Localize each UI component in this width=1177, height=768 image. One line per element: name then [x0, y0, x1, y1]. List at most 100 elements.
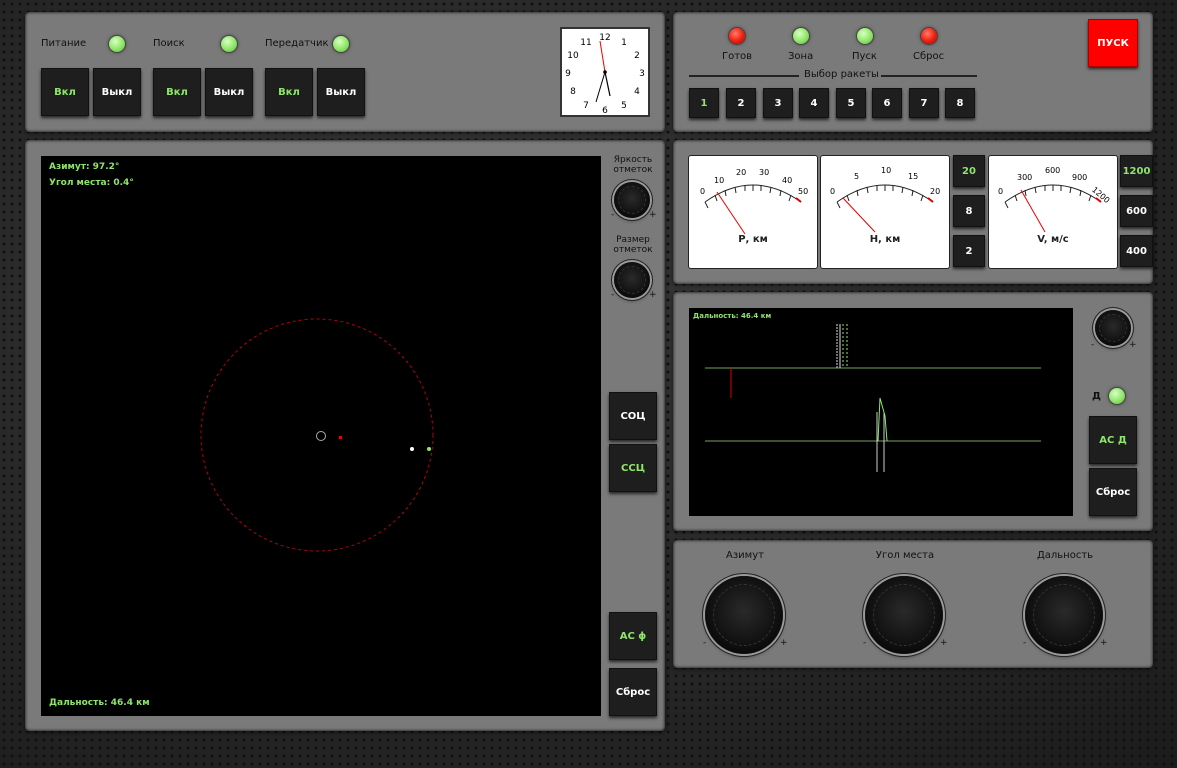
status-panel: Готов Зона Пуск Сброс Выбор ракеты 1 2 3… [673, 12, 1153, 132]
clock-number: 5 [621, 101, 627, 111]
power-panel: Питание Поиск Передатчик Вкл Выкл Вкл Вы… [25, 12, 665, 132]
radar-screen: Азимут: 97.2° Угол места: 0.4° Дальность… [41, 156, 601, 716]
as-phi-button[interactable]: АС ϕ [609, 612, 657, 660]
v-meter-tick-label: 900 [1072, 173, 1087, 182]
status-label-pusk: Пуск [852, 51, 877, 62]
missile-button-3[interactable]: 3 [763, 88, 793, 118]
missile-button-8[interactable]: 8 [945, 88, 975, 118]
scope-knob[interactable] [1095, 310, 1131, 346]
h-meter-dial: 0 5 10 15 20 [830, 166, 940, 233]
radar-plot [200, 318, 434, 552]
missile-button-6[interactable]: 6 [872, 88, 902, 118]
v-range-button-400[interactable]: 400 [1120, 235, 1153, 267]
scope-panel: Дальность: 46.4 км - + Д АС Д Сброс [673, 292, 1153, 531]
launch-button[interactable]: ПУСК [1088, 19, 1138, 67]
v-meter-scale-ticks [1004, 185, 1092, 209]
p-meter-tick-label: 30 [759, 168, 769, 177]
soc-button[interactable]: СОЦ [609, 392, 657, 440]
elevation-knob[interactable] [865, 576, 943, 654]
status-label-zona: Зона [788, 51, 814, 62]
p-meter-tick-label: 0 [700, 187, 705, 196]
clock-number: 7 [583, 101, 589, 111]
p-range-button-2[interactable]: 2 [953, 235, 985, 267]
p-meter-tick-label: 50 [798, 187, 808, 196]
p-range-button-20[interactable]: 20 [953, 155, 985, 187]
v-meter-tick-label: 300 [1017, 173, 1032, 182]
h-meter-tick-label: 5 [854, 172, 859, 181]
radar-target-mark-red [339, 436, 342, 439]
brightness-knob[interactable] [614, 182, 650, 218]
range-minus: - [1023, 638, 1027, 648]
radar-reset-button[interactable]: Сброс [609, 668, 657, 716]
poisk-on-button[interactable]: Вкл [153, 68, 201, 116]
size-knob[interactable] [614, 262, 650, 298]
v-range-button-600[interactable]: 600 [1120, 195, 1153, 227]
brightness-plus: + [649, 210, 657, 220]
status-label-gotov: Готов [722, 51, 753, 62]
size-label: Размер отметок [613, 235, 653, 255]
power-label-poisk: Поиск [153, 38, 185, 49]
p-meter: 0 10 20 30 40 50 Р, км [688, 155, 818, 269]
scope-reset-button[interactable]: Сброс [1089, 468, 1137, 516]
clock-face: 12 1 2 3 4 5 6 7 8 9 10 11 [565, 33, 645, 116]
elevation-minus: - [863, 638, 867, 648]
v-meter-tick-label: 0 [998, 187, 1003, 196]
missile-button-5[interactable]: 5 [836, 88, 866, 118]
range-plus: + [1100, 638, 1108, 648]
radar-target-mark-green [427, 447, 431, 451]
power-label-peredatchik: Передатчик [265, 38, 329, 49]
radar-target-mark-white [410, 447, 414, 451]
missile-button-7[interactable]: 7 [909, 88, 939, 118]
h-meter-scale-ticks [836, 185, 924, 209]
radar-panel: Азимут: 97.2° Угол места: 0.4° Дальность… [25, 140, 665, 731]
power-led-peredatchik [333, 36, 349, 52]
p-meter-scale-ticks [704, 185, 792, 209]
h-meter: 0 5 10 15 20 Н, км [820, 155, 950, 269]
size-plus: + [649, 290, 657, 300]
elevation-knob-label: Угол места [875, 550, 935, 561]
missile-button-1[interactable]: 1 [689, 88, 719, 118]
poisk-off-button[interactable]: Выкл [205, 68, 253, 116]
clock-number: 12 [599, 33, 610, 43]
clock-number: 11 [580, 38, 591, 48]
power-label-pitanie: Питание [41, 38, 87, 49]
clock-number: 3 [639, 69, 645, 79]
p-range-button-8[interactable]: 8 [953, 195, 985, 227]
pitanie-off-button[interactable]: Выкл [93, 68, 141, 116]
range-knob[interactable] [1025, 576, 1103, 654]
range-scope-screen: Дальность: 46.4 км [689, 308, 1073, 516]
ssc-button[interactable]: ССЦ [609, 444, 657, 492]
v-range-button-1200[interactable]: 1200 [1120, 155, 1153, 187]
missile-select-divider-left [689, 75, 799, 77]
p-meter-tick-label: 20 [736, 168, 746, 177]
scope-knob-plus: + [1129, 340, 1137, 350]
missile-button-4[interactable]: 4 [799, 88, 829, 118]
scope-knob-minus: - [1091, 340, 1095, 350]
brightness-minus: - [611, 210, 615, 220]
p-meter-dial: 0 10 20 30 40 50 [700, 168, 808, 235]
azimuth-knob[interactable] [705, 576, 783, 654]
status-led-pusk [857, 28, 873, 44]
power-led-poisk [221, 36, 237, 52]
status-led-sbros [921, 28, 937, 44]
peredatchik-off-button[interactable]: Выкл [317, 68, 365, 116]
missile-button-2[interactable]: 2 [726, 88, 756, 118]
p-meter-label: Р, км [738, 234, 768, 245]
clock-hour-hand [604, 71, 611, 97]
as-d-button[interactable]: АС Д [1089, 416, 1137, 464]
p-meter-tick-label: 40 [782, 176, 792, 185]
size-minus: - [611, 290, 615, 300]
pitanie-on-button[interactable]: Вкл [41, 68, 89, 116]
scope-trace [705, 324, 1041, 472]
clock-number: 10 [567, 51, 579, 61]
v-meter-tick-label: 600 [1045, 166, 1060, 175]
clock-number: 2 [634, 51, 640, 61]
p-meter-tick-label: 10 [714, 176, 724, 185]
status-led-zona [793, 28, 809, 44]
h-meter-tick-label: 15 [908, 172, 918, 181]
peredatchik-on-button[interactable]: Вкл [265, 68, 313, 116]
status-led-gotov [729, 28, 745, 44]
clock-minute-hand [595, 71, 606, 103]
v-meter: 0 300 600 900 1200 V, м/с [988, 155, 1118, 269]
meters-panel: 0 10 20 30 40 50 Р, км 0 5 10 15 20 Н, к… [673, 140, 1153, 284]
